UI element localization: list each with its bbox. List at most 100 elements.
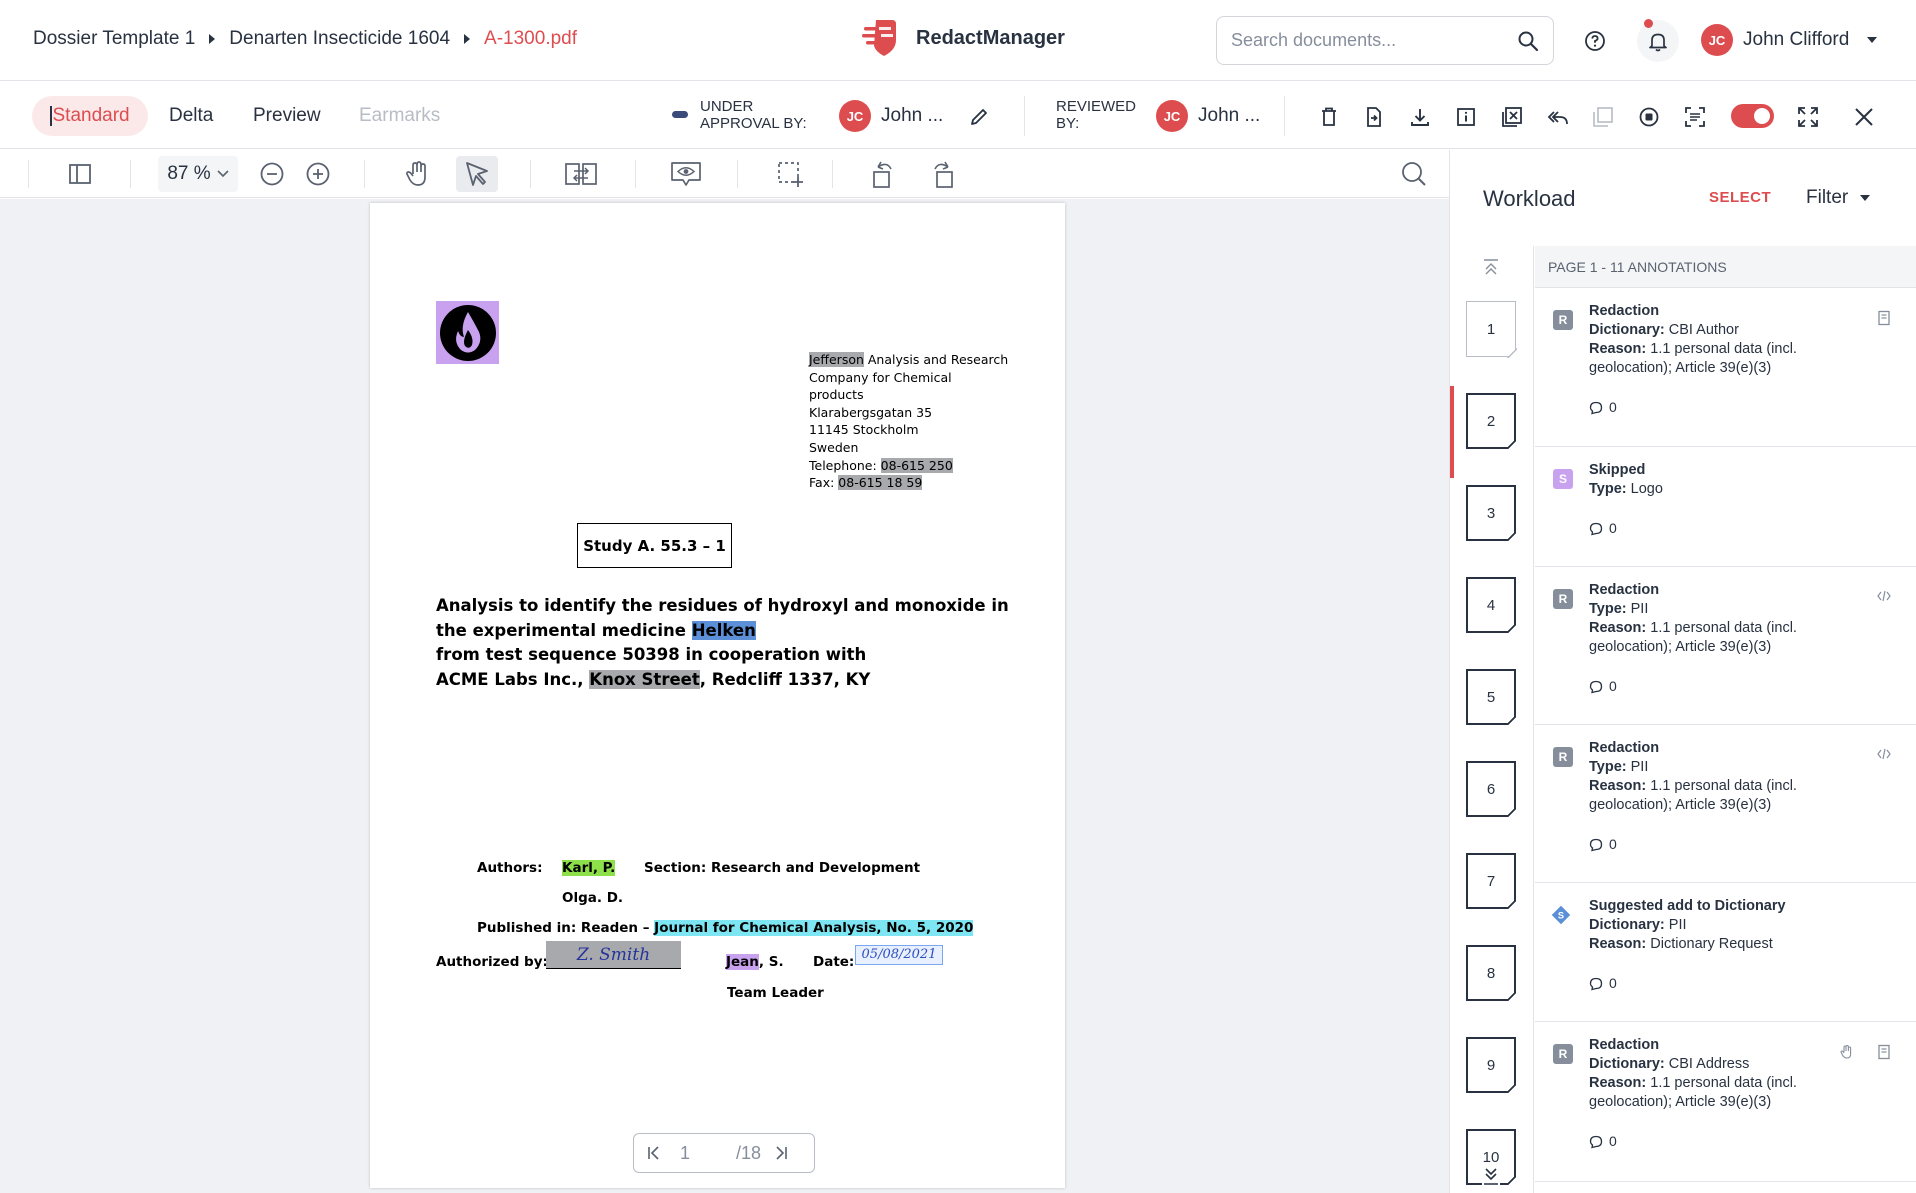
annotation-detail: Reason: 1.1 personal data (incl. geoloca… bbox=[1589, 1074, 1839, 1112]
redaction-toggle[interactable] bbox=[1731, 104, 1774, 128]
comments-button[interactable]: 0 bbox=[1589, 974, 1916, 993]
annotation-card[interactable]: S Suggested add to Dictionary Dictionary: … bbox=[1535, 883, 1916, 1022]
page-thumbnail[interactable]: 3 bbox=[1466, 485, 1516, 541]
page-thumbnail[interactable]: 1 bbox=[1466, 301, 1517, 358]
reviewer-name: John ... bbox=[1198, 105, 1261, 126]
first-page-icon[interactable] bbox=[646, 1145, 662, 1161]
highlight-redaction[interactable]: Knox Street bbox=[589, 669, 700, 689]
date-label: Date: bbox=[813, 954, 855, 970]
rotate-left-button[interactable] bbox=[866, 156, 900, 192]
help-button[interactable] bbox=[1574, 20, 1616, 62]
annotation-card[interactable]: R Redaction Type: PII Reason: 1.1 personal … bbox=[1535, 567, 1916, 725]
area-select-button[interactable] bbox=[773, 156, 807, 192]
zoom-out-button[interactable] bbox=[257, 156, 287, 192]
copy-pages-button bbox=[1590, 104, 1616, 130]
close-file-button[interactable] bbox=[1851, 104, 1877, 130]
scroll-to-top-icon[interactable] bbox=[1482, 258, 1500, 276]
select-button[interactable]: SELECT bbox=[1709, 189, 1771, 206]
page-thumbnail[interactable]: 5 bbox=[1466, 669, 1516, 725]
comments-button[interactable]: 0 bbox=[1589, 398, 1916, 417]
highlight-name[interactable]: Jean bbox=[726, 954, 759, 970]
document-icon[interactable] bbox=[1877, 1044, 1893, 1060]
date-value[interactable]: 05/08/2021 bbox=[855, 945, 943, 965]
comments-button[interactable]: 0 bbox=[1589, 1132, 1916, 1151]
highlight-journal[interactable]: Journal for Chemical Analysis, No. 5, 20… bbox=[654, 920, 974, 936]
record-button[interactable] bbox=[1636, 104, 1662, 130]
ocr-button[interactable] bbox=[1682, 104, 1708, 130]
fullscreen-button[interactable] bbox=[1795, 104, 1821, 130]
pan-tool-button[interactable] bbox=[400, 156, 436, 192]
breadcrumb-separator-icon bbox=[464, 34, 471, 44]
page-thumbnail[interactable]: 4 bbox=[1466, 577, 1516, 633]
comment-icon bbox=[1589, 1135, 1603, 1148]
preview-annotations-button[interactable] bbox=[667, 156, 705, 192]
code-icon[interactable] bbox=[1877, 747, 1893, 763]
signature-text: Z. Smith bbox=[576, 944, 651, 965]
compare-button[interactable] bbox=[562, 156, 600, 192]
pdf-page[interactable]: Jefferson Analysis and Research Company f… bbox=[370, 203, 1065, 1188]
annotation-card[interactable]: S Skipped Type: Logo 0 bbox=[1535, 447, 1916, 567]
code-icon[interactable] bbox=[1877, 589, 1893, 605]
comments-button[interactable]: 0 bbox=[1589, 519, 1916, 538]
page-number-input[interactable]: 1 bbox=[680, 1143, 720, 1164]
rotate-right-button[interactable] bbox=[926, 156, 960, 192]
document-viewer[interactable]: Jefferson Analysis and Research Company f… bbox=[0, 199, 1449, 1193]
zoom-select[interactable]: 87 % bbox=[158, 156, 238, 192]
tab-preview[interactable]: Preview bbox=[235, 96, 339, 136]
filter-dropdown[interactable]: Filter bbox=[1806, 187, 1871, 209]
detail-key: Type: bbox=[1589, 759, 1627, 775]
zoom-in-button[interactable] bbox=[303, 156, 333, 192]
export-file-button[interactable] bbox=[1361, 104, 1387, 130]
document-icon[interactable] bbox=[1877, 310, 1893, 326]
download-button[interactable] bbox=[1407, 104, 1433, 130]
annotation-card[interactable]: R Redaction Dictionary: CBI Address Reason:… bbox=[1535, 1022, 1916, 1182]
approver[interactable]: JC John ... bbox=[839, 100, 943, 132]
brand-logo[interactable]: RedactManager bbox=[862, 18, 1065, 58]
highlight-author[interactable]: Karl, P. bbox=[562, 860, 616, 876]
page-thumbnail[interactable]: 9 bbox=[1466, 1037, 1516, 1093]
page-thumbnail[interactable]: 7 bbox=[1466, 853, 1516, 909]
search-icon[interactable] bbox=[1517, 30, 1539, 52]
address-text: 11145 Stockholm bbox=[809, 422, 919, 438]
address-text: Klarabergsgatan 35 bbox=[809, 404, 933, 420]
comments-button[interactable]: 0 bbox=[1589, 677, 1916, 696]
highlight-redaction[interactable]: Helken bbox=[691, 620, 756, 640]
signature-image[interactable]: Z. Smith bbox=[546, 941, 681, 969]
toggle-sidebar-button[interactable] bbox=[63, 156, 97, 192]
tab-delta[interactable]: Delta bbox=[151, 96, 231, 136]
page-thumbnails: 1 2 3 4 5 6 7 8 9 10 bbox=[1450, 246, 1534, 1193]
highlight-redaction[interactable]: 08-615 18 59 bbox=[838, 475, 923, 491]
page-thumbnail[interactable]: 8 bbox=[1466, 945, 1516, 1001]
company-logo[interactable] bbox=[436, 301, 499, 364]
title-text: the experimental medicine bbox=[436, 620, 692, 640]
page-thumbnail[interactable]: 6 bbox=[1466, 761, 1516, 817]
last-page-icon[interactable] bbox=[773, 1145, 789, 1161]
reviewer[interactable]: JC John ... bbox=[1156, 100, 1260, 132]
comments-button[interactable]: 0 bbox=[1589, 835, 1916, 854]
file-info-button[interactable] bbox=[1453, 104, 1479, 130]
scroll-to-bottom-icon[interactable] bbox=[1482, 1166, 1500, 1186]
notifications-button[interactable] bbox=[1637, 19, 1679, 62]
delete-button[interactable] bbox=[1316, 104, 1342, 130]
edit-approver-button[interactable] bbox=[966, 104, 992, 130]
annotation-card[interactable]: R Redaction Dictionary: CBI Author Reason: … bbox=[1535, 288, 1916, 447]
highlight-redaction[interactable]: Jefferson bbox=[809, 352, 864, 367]
comment-count: 0 bbox=[1609, 836, 1617, 852]
highlight-redaction[interactable]: 08-615 250 bbox=[880, 457, 953, 473]
exclude-pages-button[interactable] bbox=[1499, 104, 1525, 130]
undo-all-button[interactable] bbox=[1545, 104, 1571, 130]
annotation-card[interactable]: R Redaction Type: PII Reason: 1.1 personal … bbox=[1535, 725, 1916, 883]
tab-standard[interactable]: Standard bbox=[32, 96, 148, 136]
address-text: Fax: bbox=[809, 475, 839, 491]
authorized-label: Authorized by: bbox=[436, 954, 548, 970]
breadcrumb-item-dossier[interactable]: Denarten Insecticide 1604 bbox=[229, 28, 450, 50]
page-thumbnail[interactable]: 2 bbox=[1466, 393, 1516, 449]
address-text: Company for Chemical bbox=[809, 369, 952, 385]
search-in-document-button[interactable] bbox=[1397, 156, 1431, 192]
user-menu[interactable]: JC John Clifford bbox=[1701, 24, 1878, 56]
search-input[interactable] bbox=[1231, 30, 1511, 51]
hand-icon[interactable] bbox=[1839, 1044, 1855, 1060]
breadcrumb-item-dossier-template[interactable]: Dossier Template 1 bbox=[33, 28, 195, 50]
search-icon bbox=[1402, 162, 1426, 186]
select-tool-button[interactable] bbox=[456, 156, 498, 192]
